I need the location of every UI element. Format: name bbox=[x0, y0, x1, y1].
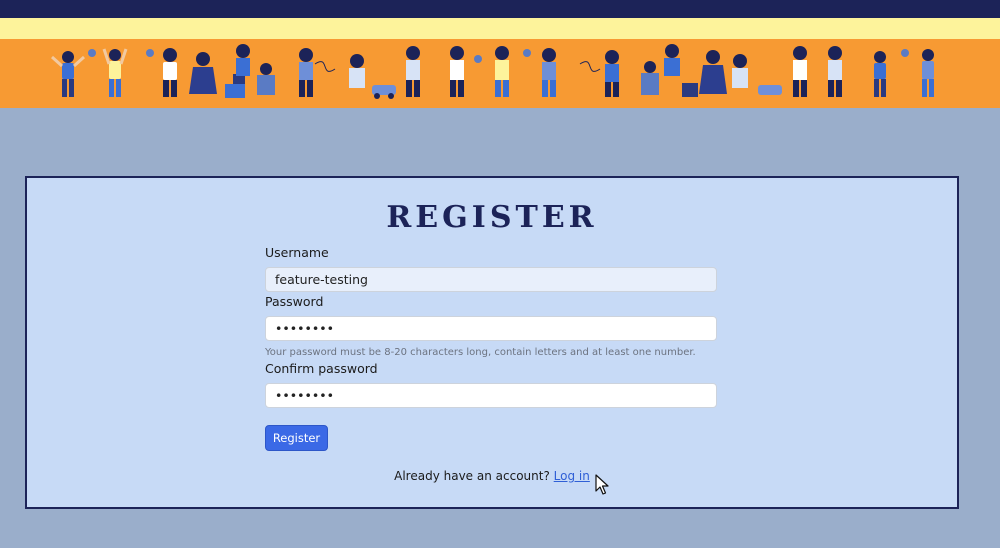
yellow-stripe bbox=[0, 18, 1000, 39]
password-label: Password bbox=[265, 294, 324, 309]
kids-banner-illustration bbox=[50, 44, 934, 99]
register-card: REGISTER Username Password Your password… bbox=[25, 176, 959, 509]
password-help-text: Your password must be 8-20 characters lo… bbox=[265, 347, 696, 358]
page-title: REGISTER bbox=[386, 200, 598, 235]
password-input[interactable] bbox=[265, 316, 717, 341]
login-prompt-text: Already have an account? bbox=[394, 469, 550, 483]
mouse-pointer-icon bbox=[595, 474, 609, 495]
register-button[interactable]: Register bbox=[265, 425, 328, 451]
top-bar bbox=[0, 0, 1000, 18]
confirm-password-label: Confirm password bbox=[265, 361, 378, 376]
kids-banner bbox=[0, 39, 1000, 108]
confirm-password-input[interactable] bbox=[265, 383, 717, 408]
username-label: Username bbox=[265, 245, 329, 260]
login-link[interactable]: Log in bbox=[554, 469, 590, 483]
login-prompt: Already have an account? Log in bbox=[27, 469, 957, 483]
username-input[interactable] bbox=[265, 267, 717, 292]
